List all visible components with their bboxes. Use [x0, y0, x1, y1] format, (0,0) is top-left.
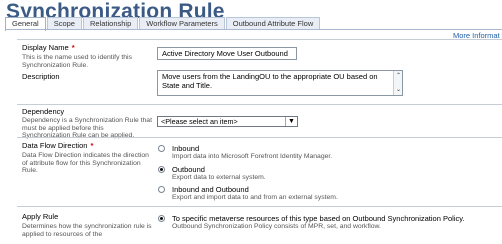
apply-rule-description: Determines how the synchronization rule … [22, 223, 152, 238]
description-scrollbar[interactable]: ⌃ ⌄ [393, 71, 402, 95]
section-divider [17, 137, 502, 138]
apply-rule-policy-radio[interactable] [158, 215, 165, 222]
apply-rule-policy-option-label[interactable]: To specific metaverse resources of this … [172, 214, 465, 223]
display-name-input[interactable]: Active Directory Move User Outbound [157, 47, 297, 60]
apply-rule-policy-option-description: Outbound Synchronization Policy consists… [172, 223, 381, 230]
apply-rule-label: Apply Rule [22, 212, 59, 221]
outbound-radio[interactable] [158, 166, 165, 173]
inbound-option-description: Import data into Microsoft Forefront Ide… [172, 153, 333, 160]
display-name-label: Display Name * [22, 43, 75, 52]
description-text: Move users from the LandingOU to the app… [162, 72, 378, 90]
section-divider [17, 104, 502, 105]
scroll-down-icon[interactable]: ⌄ [394, 86, 403, 94]
outbound-option-label[interactable]: Outbound [172, 165, 205, 174]
data-flow-direction-label: Data Flow Direction * [22, 141, 94, 150]
inbound-and-outbound-option-label[interactable]: Inbound and Outbound [172, 185, 249, 194]
inbound-and-outbound-radio[interactable] [158, 186, 165, 193]
dependency-dropdown[interactable]: <Please select an item> ▼ [157, 116, 298, 127]
tab-underline [5, 29, 502, 30]
inbound-and-outbound-option-description: Export and import data to and from an ex… [172, 194, 338, 201]
description-label: Description [22, 72, 60, 81]
section-divider [17, 206, 502, 207]
display-name-description: This is the name used to identify this S… [22, 54, 132, 69]
required-marker: * [71, 43, 75, 52]
chevron-down-icon[interactable]: ▼ [285, 117, 297, 126]
inbound-radio[interactable] [158, 145, 165, 152]
dependency-label: Dependency [22, 107, 65, 116]
description-textarea[interactable]: Move users from the LandingOU to the app… [157, 70, 403, 96]
section-divider [17, 39, 502, 40]
outbound-option-description: Export data to external system. [172, 174, 266, 181]
scroll-up-icon[interactable]: ⌃ [394, 72, 403, 80]
required-marker: * [90, 141, 94, 150]
inbound-option-label[interactable]: Inbound [172, 144, 199, 153]
dependency-selected-value: <Please select an item> [161, 117, 238, 126]
data-flow-direction-description: Data Flow Direction indicates the direct… [22, 152, 149, 174]
